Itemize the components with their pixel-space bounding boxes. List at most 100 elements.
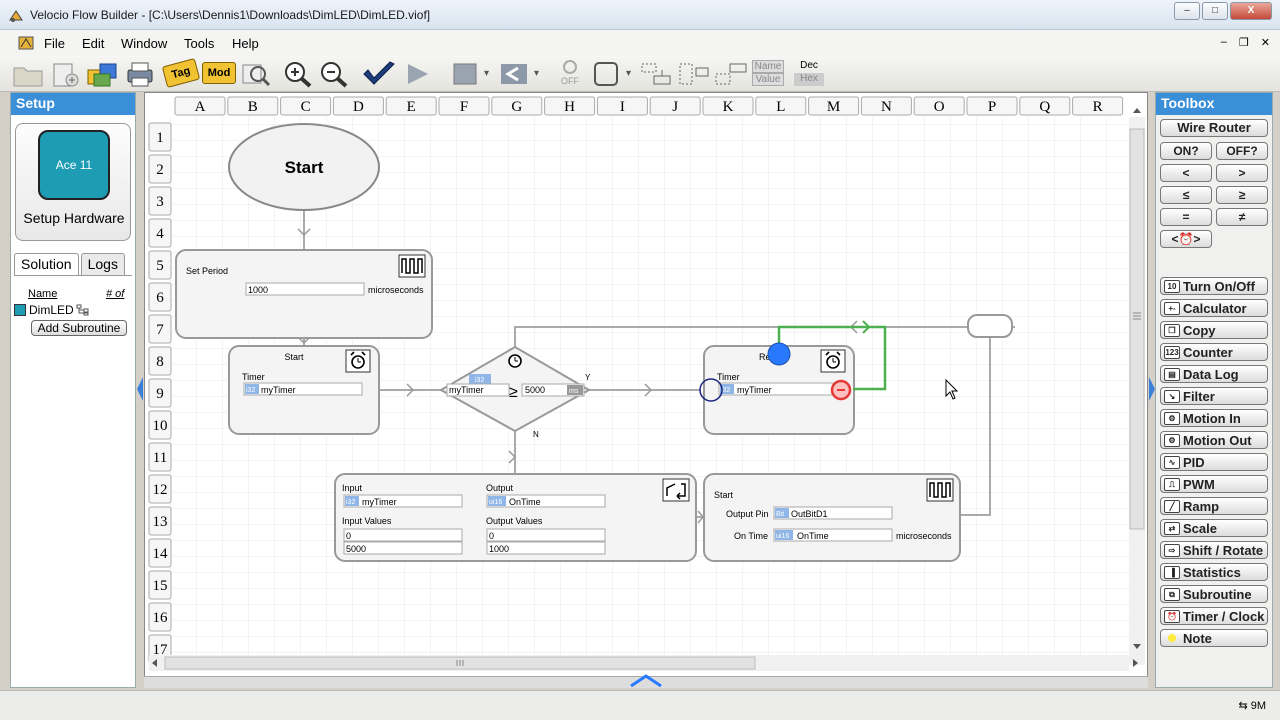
flowchart-canvas[interactable]: ABCDEFGHIJKLMNOPQR 1 2 3 4 5 6 7 8 9 10 11 12 13 14 15… <box>144 92 1148 686</box>
tool-filter-button[interactable]: ↘ Filter <box>1160 387 1268 405</box>
align-center-icon[interactable] <box>678 60 712 88</box>
solution-item-dimled[interactable]: DimLED <box>14 302 134 318</box>
tool-copy-button[interactable]: ❐ Copy <box>1160 321 1268 339</box>
status-bar: ⇆ 9M <box>0 690 1280 720</box>
row-header-label: 7 <box>156 322 164 338</box>
tool-calculator-button[interactable]: +- Calculator <box>1160 299 1268 317</box>
expand-up-icon[interactable] <box>629 673 663 687</box>
timer-start-block[interactable]: Start Timer i32 myTimer <box>228 345 380 435</box>
greater-equal-button[interactable]: ≥ <box>1216 186 1268 204</box>
mdi-close-button[interactable]: ✕ <box>1261 36 1270 49</box>
tool-statistics-button[interactable]: ▐ Statistics <box>1160 563 1268 581</box>
tool-scale-button[interactable]: ⇄ Scale <box>1160 519 1268 537</box>
name-value-toggle[interactable]: Name Value <box>752 60 784 88</box>
new-folder-icon[interactable] <box>12 60 44 88</box>
set-period-block[interactable]: Set Period 1000 microseconds <box>175 249 433 339</box>
new-file-icon[interactable] <box>50 60 82 88</box>
scale-output-label: Output <box>486 483 514 493</box>
equal-button[interactable]: = <box>1160 208 1212 226</box>
menu-file[interactable]: File <box>44 36 65 51</box>
tab-solution[interactable]: Solution <box>14 253 79 275</box>
align-right-icon[interactable] <box>714 60 748 88</box>
maximize-button[interactable]: □ <box>1202 2 1228 20</box>
bottom-panel-grip[interactable] <box>144 673 1148 688</box>
menu-window[interactable]: Window <box>121 36 167 51</box>
tool-note-button[interactable]: Note <box>1160 629 1268 647</box>
collapse-left-icon[interactable] <box>136 376 144 402</box>
tab-logs[interactable]: Logs <box>80 253 125 275</box>
mod-button[interactable]: Mod <box>202 62 236 84</box>
start-block[interactable]: Start <box>228 123 380 211</box>
tag-button[interactable]: Tag <box>161 57 201 89</box>
tool-motion-out-button[interactable]: ⚙ Motion Out <box>1160 431 1268 449</box>
tool-label: Counter <box>1183 345 1233 360</box>
wire-router-button[interactable]: Wire Router <box>1160 119 1268 137</box>
dec-hex-toggle[interactable]: Dec Hex <box>794 60 824 88</box>
scale-block[interactable]: Input i32 myTimer Output ui16 OnTime Inp… <box>334 473 697 562</box>
align-left-icon[interactable] <box>640 60 674 88</box>
tool-motion-in-button[interactable]: ⚙ Motion In <box>1160 409 1268 427</box>
print-icon[interactable] <box>124 60 156 88</box>
column-header-label: H <box>564 99 575 115</box>
tool-timer-clock-button[interactable]: ⏰ Timer / Clock <box>1160 607 1268 625</box>
scale-input-label: Input <box>342 483 363 493</box>
pwm-pin-var: OutBitD1 <box>791 509 828 519</box>
scale-out-val-0-field[interactable] <box>486 528 606 542</box>
tool-pwm-button[interactable]: ⎍ PWM <box>1160 475 1268 493</box>
not-equal-button[interactable]: ≠ <box>1216 208 1268 226</box>
select-shape-icon[interactable] <box>592 60 622 88</box>
column-header-label: R <box>1093 99 1103 115</box>
less-than-button[interactable]: < <box>1160 164 1212 182</box>
timer-compare-button[interactable]: <⏰> <box>1160 230 1212 248</box>
flowchart-drawing[interactable]: ABCDEFGHIJKLMNOPQR 123456789101112131415… <box>145 93 1147 685</box>
name-label: Name <box>752 60 784 73</box>
on-check-button[interactable]: ON? <box>1160 142 1212 160</box>
tool-counter-button[interactable]: 123 Counter <box>1160 343 1268 361</box>
tool-ramp-button[interactable]: ╱ Ramp <box>1160 497 1268 515</box>
zoom-in-icon[interactable] <box>282 60 314 88</box>
inspect-icon[interactable] <box>240 60 272 88</box>
menu-help[interactable]: Help <box>232 36 259 51</box>
pwm-start-block[interactable]: Start Output Pin Bit OutBitD1 On Time ui… <box>703 473 961 562</box>
pwm-pin-label: Output Pin <box>726 509 769 519</box>
stop-dropdown-icon[interactable]: ▾ <box>484 60 494 88</box>
scale-in-val-0-field[interactable] <box>343 528 463 542</box>
step-back-icon[interactable] <box>498 60 530 88</box>
wire-start-handle[interactable] <box>767 342 791 366</box>
wire-junction[interactable] <box>967 314 1013 338</box>
scroll-up-icon[interactable] <box>1133 108 1141 113</box>
greater-than-button[interactable]: > <box>1216 164 1268 182</box>
shape-dropdown-icon[interactable]: ▾ <box>626 60 636 88</box>
close-button[interactable]: X <box>1230 2 1272 20</box>
motion-in-icon: ⚙ <box>1164 412 1180 425</box>
less-equal-button[interactable]: ≤ <box>1160 186 1212 204</box>
mdi-restore-button[interactable]: ❐ <box>1239 36 1249 49</box>
run-icon[interactable] <box>402 60 432 88</box>
tool-subroutine-button[interactable]: ⧉ Subroutine <box>1160 585 1268 603</box>
column-header-label: N <box>881 99 892 115</box>
download-program-icon[interactable] <box>362 60 396 88</box>
stop-icon[interactable] <box>450 60 480 88</box>
shift-rotate-icon: ⇨ <box>1164 544 1180 557</box>
tool-shift-rotate-button[interactable]: ⇨ Shift / Rotate <box>1160 541 1268 559</box>
tool-pid-button[interactable]: ∿ PID <box>1160 453 1268 471</box>
add-subroutine-button[interactable]: Add Subroutine <box>31 320 127 336</box>
off-check-button[interactable]: OFF? <box>1216 142 1268 160</box>
tool-data-log-button[interactable]: ▤ Data Log <box>1160 365 1268 383</box>
setup-hardware-button[interactable]: Ace 11 Setup Hardware <box>15 123 131 241</box>
step-dropdown-icon[interactable]: ▾ <box>534 60 544 88</box>
column-header-label: P <box>988 99 996 115</box>
row-header-label: 5 <box>156 258 164 274</box>
mdi-minimize-button[interactable]: – <box>1221 36 1227 49</box>
zoom-out-icon[interactable] <box>318 60 350 88</box>
setup-header: Setup <box>11 93 135 115</box>
menu-bar: File Edit Window Tools Help – ❐ ✕ <box>0 30 1280 56</box>
minimize-button[interactable]: – <box>1174 2 1200 20</box>
window-title: Velocio Flow Builder - [C:\Users\Dennis1… <box>30 8 431 22</box>
vertical-scroll-thumb[interactable] <box>1129 128 1145 530</box>
breakpoint-off-button[interactable]: OFF <box>556 60 584 88</box>
open-icon[interactable] <box>86 60 120 88</box>
menu-edit[interactable]: Edit <box>82 36 104 51</box>
menu-tools[interactable]: Tools <box>184 36 214 51</box>
tool-turn-on-off-button[interactable]: 10 Turn On/Off <box>1160 277 1268 295</box>
